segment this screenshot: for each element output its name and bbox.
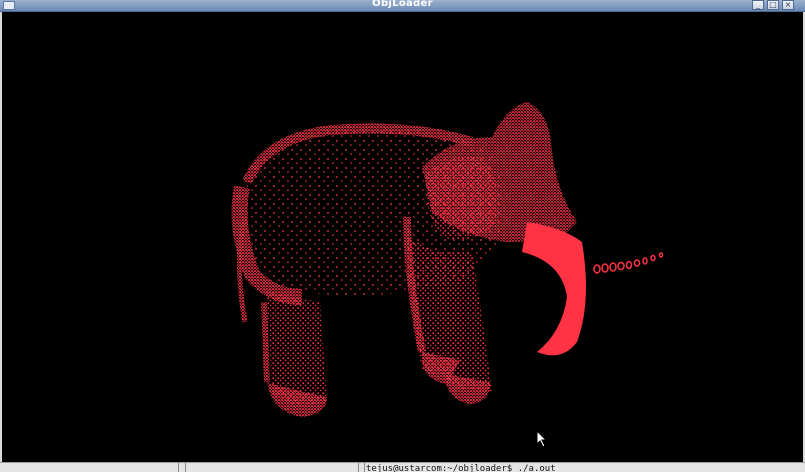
minimize-icon: _ [756,0,760,9]
elephant-point-cloud [231,102,664,417]
opengl-canvas[interactable] [2,12,803,462]
mouse-cursor-icon [536,429,548,452]
close-icon: × [784,0,792,9]
maximize-icon: □ [769,0,777,9]
maximize-button[interactable]: □ [767,0,779,10]
close-button[interactable]: × [782,0,794,10]
window-title: ObjLoader [372,0,433,9]
minimize-button[interactable]: _ [752,0,764,10]
title-bar[interactable]: ObjLoader _ □ × [0,0,805,12]
